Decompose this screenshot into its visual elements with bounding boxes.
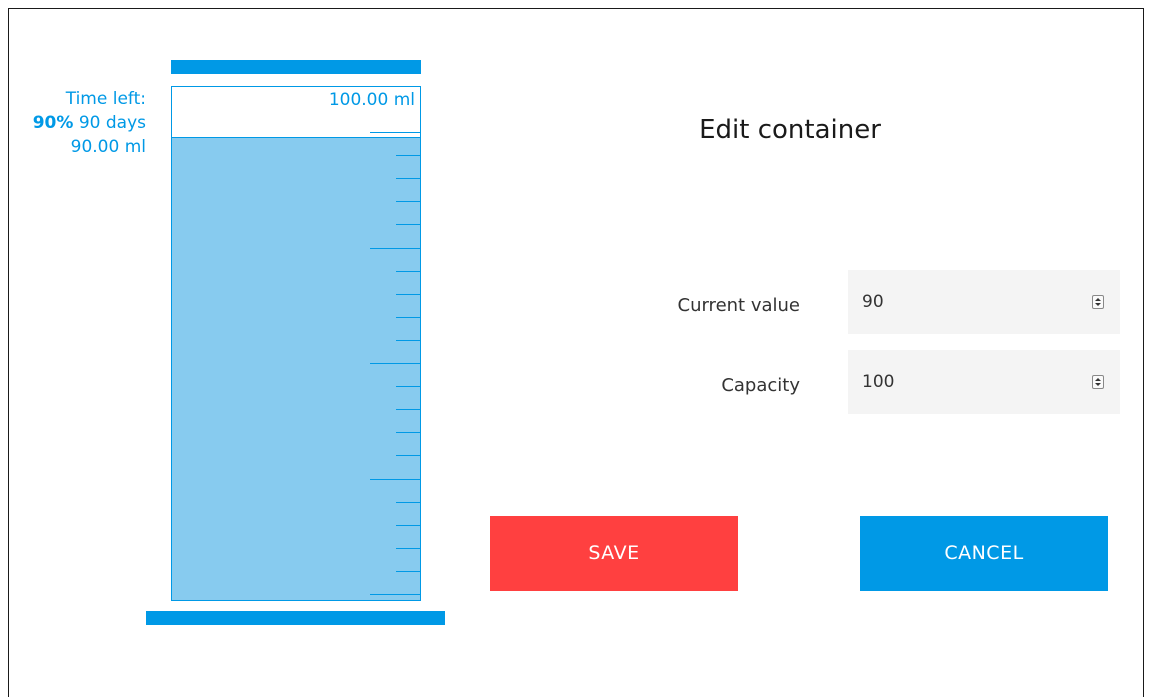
spinner-up-arrow-icon[interactable] (1095, 298, 1101, 301)
container-base (146, 611, 445, 625)
scale-tick (396, 317, 420, 318)
scale-tick (396, 294, 420, 295)
spinner-up-down-icon[interactable] (1092, 375, 1104, 389)
current-value-label: Current value (677, 295, 801, 316)
scale-tick (396, 502, 420, 503)
scale-tick (396, 340, 420, 341)
page-title: Edit container (699, 115, 881, 145)
spinner-up-arrow-icon[interactable] (1095, 378, 1101, 381)
time-left-stats: Time left: 90% 90 days 90.00 ml (0, 87, 146, 159)
capacity-marker-label: 100.00 ml (328, 90, 415, 110)
capacity-label: Capacity (721, 375, 800, 396)
spinner-up-down-icon[interactable] (1092, 295, 1104, 309)
scale-tick (396, 432, 420, 433)
scale-tick (396, 224, 420, 225)
spinner-down-arrow-icon[interactable] (1095, 303, 1101, 306)
volume-value: 90.00 ml (70, 137, 146, 157)
percent-value: 90% (32, 113, 74, 133)
cancel-button[interactable]: CANCEL (860, 516, 1108, 591)
container-fill-level (172, 137, 420, 600)
container-tube: 100.00 ml (171, 86, 421, 601)
scale-tick (396, 178, 420, 179)
container-cap (171, 60, 421, 74)
save-button[interactable]: SAVE (490, 516, 738, 591)
scale-tick (370, 594, 420, 595)
scale-tick (370, 479, 420, 480)
scale-tick (396, 155, 420, 156)
scale-tick (396, 409, 420, 410)
time-left-label: Time left: (65, 89, 146, 109)
scale-tick (396, 548, 420, 549)
time-left-summary: 90% 90 days (0, 111, 146, 135)
scale-tick (396, 386, 420, 387)
days-value: 90 days (78, 113, 146, 133)
scale-tick (396, 525, 420, 526)
scale-tick (370, 248, 420, 249)
scale-tick (370, 132, 420, 133)
scale-tick (396, 271, 420, 272)
current-value-input[interactable] (862, 270, 1062, 334)
spinner-down-arrow-icon[interactable] (1095, 383, 1101, 386)
current-value-field[interactable] (848, 270, 1120, 334)
scale-tick (370, 363, 420, 364)
capacity-input[interactable] (862, 350, 1062, 414)
scale-tick (396, 201, 420, 202)
scale-tick (396, 455, 420, 456)
capacity-field[interactable] (848, 350, 1120, 414)
scale-tick (396, 571, 420, 572)
